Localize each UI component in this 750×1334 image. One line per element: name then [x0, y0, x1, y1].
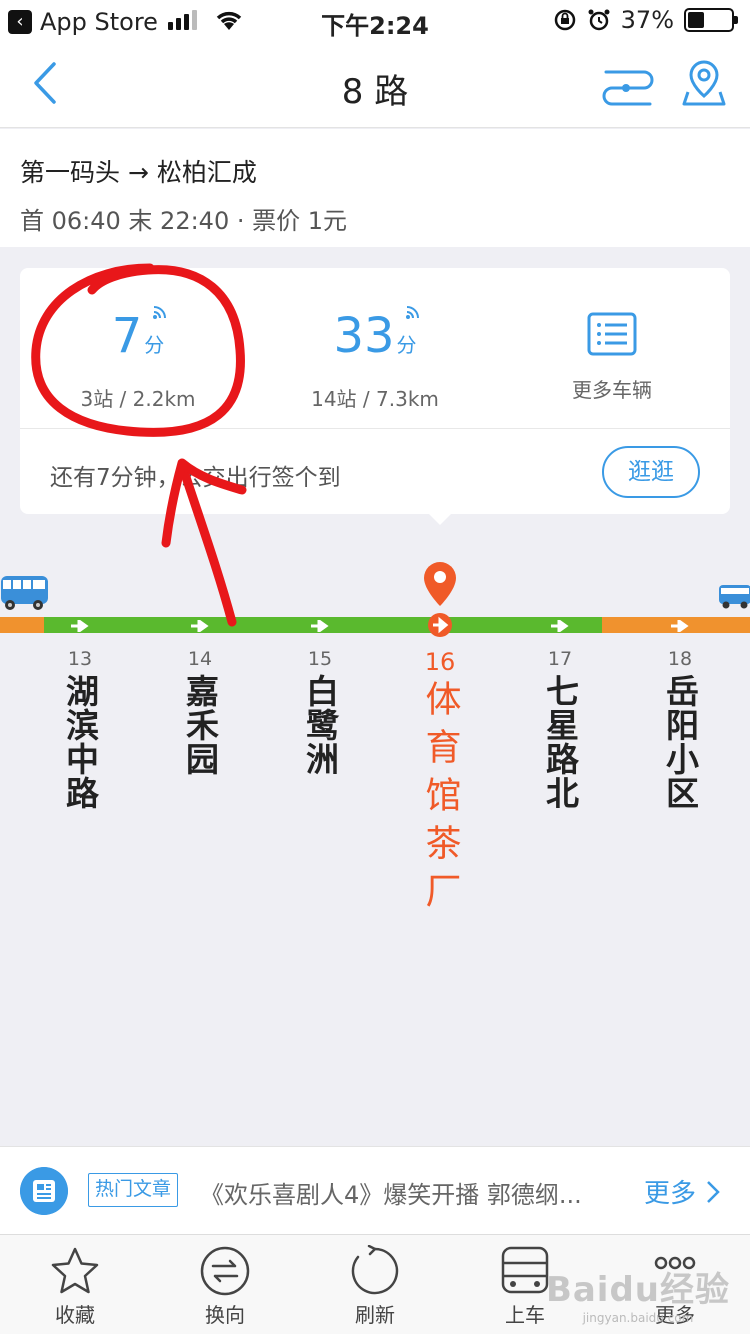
direction-arrow-icon: [191, 620, 209, 632]
direction-arrow-icon: [551, 620, 569, 632]
stop-number: 15: [307, 648, 333, 670]
tab-label: 换向: [205, 1303, 245, 1327]
arrival-second[interactable]: 33 分 14站 / 7.3km: [257, 268, 493, 428]
stop-name: 湖滨中路: [60, 674, 100, 810]
map-pin-icon: [682, 60, 726, 106]
status-bar: ‹ App Store 下午2:24 37%: [0, 0, 750, 40]
direction-arrow-icon: [671, 620, 689, 632]
bus-icon: [501, 1246, 549, 1294]
direction-arrow-icon: [311, 620, 329, 632]
arrival-minutes: 7: [111, 308, 143, 364]
bus-stop[interactable]: 13 湖滨中路: [50, 648, 110, 814]
chevron-right-icon: [707, 1180, 720, 1203]
arrival-next[interactable]: 7分 3站 / 2.2km: [20, 268, 256, 428]
bus-icon[interactable]: [718, 584, 750, 610]
route-schedule: 首 06:40 末 22:40 · 票价 1元: [20, 207, 347, 235]
battery-icon: [684, 8, 738, 32]
stop-number: 14: [187, 648, 213, 670]
current-stop-pin-icon: [424, 562, 456, 606]
bus-stop[interactable]: 18 岳阳小区: [650, 648, 710, 814]
card-pointer: [428, 513, 452, 525]
navigation-bar: 8 路: [0, 40, 750, 128]
arrival-card: 7分 3站 / 2.2km 33 分 14站 / 7.3km 更多车辆 还有7分…: [20, 268, 730, 514]
orientation-lock-icon: [554, 9, 575, 31]
arrival-detail: 14站 / 7.3km: [311, 387, 439, 411]
bus-stop-current[interactable]: 16 体育馆茶厂: [410, 648, 470, 924]
stroll-button[interactable]: 逛逛: [602, 446, 700, 498]
realtime-signal-icon: [153, 306, 167, 319]
stop-name: 白鹭洲: [300, 674, 340, 776]
track-segment-clear: [44, 617, 418, 633]
bus-stop[interactable]: 14 嘉禾园: [170, 648, 230, 780]
checkin-notice: 还有7分钟，公交出行签个到: [50, 465, 341, 491]
bus-stop[interactable]: 15 白鹭洲: [290, 648, 350, 780]
tab-refresh[interactable]: 刷新: [320, 1245, 430, 1328]
stop-name: 岳阳小区: [660, 674, 700, 810]
realtime-signal-icon: [405, 306, 419, 319]
route-map-button[interactable]: [600, 62, 656, 106]
track-segment-congested: [0, 617, 44, 633]
refresh-icon: [351, 1245, 399, 1295]
arrival-unit: 分: [144, 333, 165, 357]
baidu-watermark: Baidu经验 jingyan.baidu.com: [546, 1262, 730, 1325]
news-more-label: 更多: [644, 1179, 697, 1209]
battery-percent: 37%: [620, 6, 674, 34]
stop-name: 七星路北: [540, 674, 580, 810]
card-divider: [20, 428, 730, 429]
alarm-icon: [588, 9, 610, 31]
hot-article-tag: 热门文章: [88, 1173, 179, 1207]
news-headline[interactable]: 《欢乐喜剧人4》爆笑开播 郭德纲...: [200, 1175, 620, 1210]
tab-favorite[interactable]: 收藏: [20, 1245, 130, 1328]
stop-name: 体育馆茶厂: [419, 680, 461, 920]
stop-number: 16: [424, 648, 456, 676]
bus-stop[interactable]: 17 七星路北: [530, 648, 590, 814]
tab-label: 刷新: [355, 1303, 395, 1327]
more-vehicles-button[interactable]: 更多车辆: [494, 268, 730, 428]
tab-swap-direction[interactable]: 换向: [170, 1245, 280, 1328]
stop-number: 13: [67, 648, 93, 670]
watermark-url: jingyan.baidu.com: [582, 1311, 694, 1325]
news-more-button[interactable]: 更多: [644, 1173, 720, 1210]
battery-fill: [688, 12, 704, 28]
tab-label: 收藏: [55, 1303, 95, 1327]
route-track: [0, 617, 750, 633]
bus-icon[interactable]: [0, 574, 50, 612]
arrival-unit: 分: [396, 333, 417, 357]
news-bar[interactable]: 热门文章 《欢乐喜剧人4》爆笑开播 郭德纲... 更多: [0, 1146, 750, 1234]
arrival-detail: 3站 / 2.2km: [80, 387, 196, 411]
route-info: 第一码头 → 松柏汇成 首 06:40 末 22:40 · 票价 1元: [0, 129, 750, 247]
swap-icon: [200, 1246, 250, 1296]
stop-number: 17: [547, 648, 573, 670]
list-icon: [587, 312, 637, 356]
location-button[interactable]: [680, 58, 728, 110]
star-icon: [51, 1247, 99, 1294]
arrival-minutes: 33: [333, 308, 395, 364]
current-stop-marker-icon: [428, 613, 452, 637]
direction-arrow-icon: [71, 620, 89, 632]
stop-name: 嘉禾园: [180, 674, 220, 776]
route-line: 13 湖滨中路 14 嘉禾园 15 白鹭洲 16 体育馆茶厂 17 七星路北 1…: [0, 540, 750, 1140]
route-icon: [602, 70, 654, 106]
more-vehicles-label: 更多车辆: [572, 378, 652, 402]
route-direction: 第一码头 → 松柏汇成: [20, 158, 257, 187]
watermark-text: Baidu经验: [545, 1270, 730, 1310]
stop-number: 18: [667, 648, 693, 670]
article-icon: [20, 1167, 68, 1215]
